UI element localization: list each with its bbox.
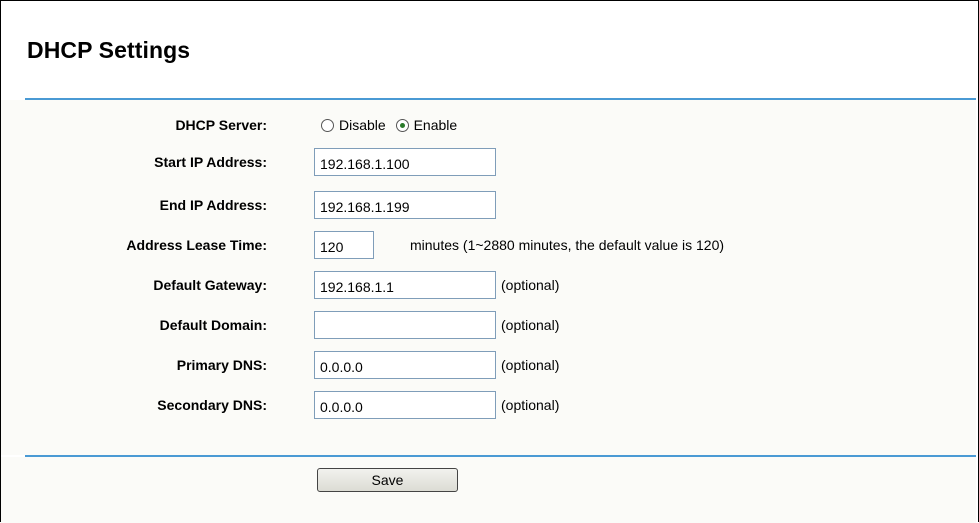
- lease-time-row: Address Lease Time: minutes (1~2880 minu…: [1, 231, 976, 261]
- page-title: DHCP Settings: [27, 37, 191, 63]
- dhcp-enable-radio[interactable]: [395, 119, 409, 132]
- end-ip-input[interactable]: [314, 191, 496, 219]
- primary-dns-label: Primary DNS:: [176, 357, 267, 373]
- end-ip-row: End IP Address:: [1, 191, 976, 221]
- primary-dns-hint: (optional): [501, 357, 560, 373]
- form-footer: Save: [1, 457, 976, 523]
- end-ip-label: End IP Address:: [159, 197, 267, 213]
- dhcp-server-radio-group: Disable Enable: [321, 117, 463, 133]
- start-ip-input[interactable]: [314, 148, 496, 176]
- default-gateway-input[interactable]: [314, 271, 496, 299]
- title-area: DHCP Settings: [1, 1, 976, 97]
- lease-time-input[interactable]: [314, 231, 374, 259]
- dhcp-enable-option[interactable]: Enable: [395, 117, 458, 133]
- default-domain-input[interactable]: [314, 311, 496, 339]
- default-gateway-label: Default Gateway:: [153, 277, 267, 293]
- dhcp-disable-label: Disable: [339, 117, 386, 133]
- primary-dns-input[interactable]: [314, 351, 496, 379]
- dhcp-server-label: DHCP Server:: [175, 117, 267, 133]
- dhcp-server-row: DHCP Server: Disable Enable: [1, 111, 976, 141]
- secondary-dns-input[interactable]: [314, 391, 496, 419]
- secondary-dns-hint: (optional): [501, 397, 560, 413]
- default-domain-label: Default Domain:: [159, 317, 267, 333]
- settings-form: DHCP Server: Disable Enable Start IP Add…: [1, 100, 976, 455]
- secondary-dns-row: Secondary DNS: (optional): [1, 391, 976, 421]
- dhcp-disable-radio[interactable]: [321, 119, 334, 132]
- default-domain-hint: (optional): [501, 317, 560, 333]
- lease-time-label: Address Lease Time:: [126, 237, 267, 253]
- default-gateway-hint: (optional): [501, 277, 560, 293]
- secondary-dns-label: Secondary DNS:: [157, 397, 267, 413]
- primary-dns-row: Primary DNS: (optional): [1, 351, 976, 381]
- lease-time-hint: minutes (1~2880 minutes, the default val…: [410, 237, 725, 253]
- save-button[interactable]: Save: [317, 468, 458, 492]
- start-ip-label: Start IP Address:: [154, 154, 267, 170]
- dhcp-enable-label: Enable: [413, 117, 458, 133]
- start-ip-row: Start IP Address:: [1, 148, 976, 178]
- default-domain-row: Default Domain: (optional): [1, 311, 976, 341]
- default-gateway-row: Default Gateway: (optional): [1, 271, 976, 301]
- dhcp-disable-option[interactable]: Disable: [321, 117, 386, 133]
